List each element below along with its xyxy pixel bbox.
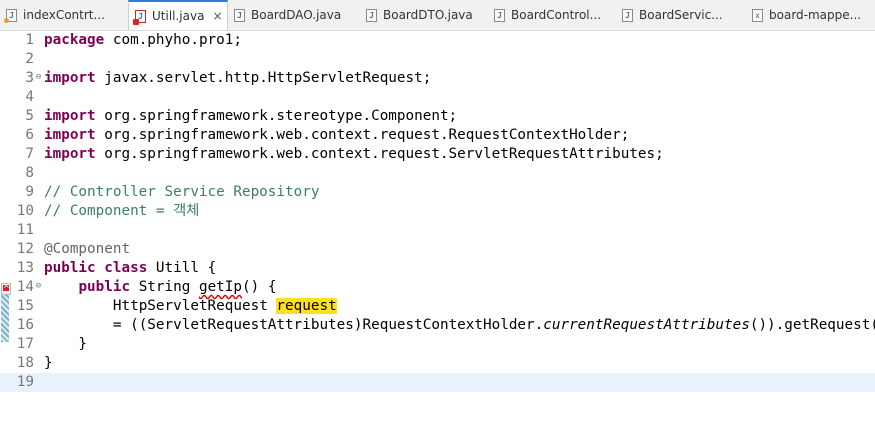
line-number: 13 <box>16 260 34 276</box>
code-line: 1 package com.phyho.pro1; <box>0 31 875 50</box>
java-file-icon <box>494 8 505 22</box>
code-line: 16 = ((ServletRequestAttributes)RequestC… <box>0 316 875 335</box>
code-line: 5 import org.springframework.stereotype.… <box>0 107 875 126</box>
line-number: 1 <box>25 32 34 48</box>
code-line: 7 import org.springframework.web.context… <box>0 145 875 164</box>
code-line: 11 <box>0 221 875 240</box>
current-code-line[interactable]: 19 <box>0 373 875 392</box>
line-number: 14 <box>16 279 34 295</box>
code-line: 4 <box>0 88 875 107</box>
code-line: 9 // Controller Service Repository <box>0 183 875 202</box>
editor-tab-bar: indexContrt... Utill.java × BoardDAO.jav… <box>0 0 875 31</box>
tab-label: board-mappe... <box>769 8 862 22</box>
comment-text: // Controller Service Repository <box>44 184 320 200</box>
code-line: 14 ⊖ public String getIp() { <box>0 278 875 297</box>
code-editor[interactable]: 1 package com.phyho.pro1; 2 3 ⊖ import j… <box>0 31 875 433</box>
java-error-file-icon <box>133 9 146 25</box>
code-text: HttpServletRequest request <box>112 298 337 314</box>
comment-text: // Component = 객체 <box>44 203 200 219</box>
line-number: 9 <box>25 184 34 200</box>
tab-boardservice[interactable]: BoardServic... <box>616 0 746 30</box>
code-text: import org.springframework.web.context.r… <box>44 146 664 162</box>
tab-label: BoardServic... <box>639 8 723 22</box>
code-line: 8 <box>0 164 875 183</box>
tab-boardcontroller[interactable]: BoardControl... <box>488 0 616 30</box>
line-number: 5 <box>25 108 34 124</box>
line-number: 6 <box>25 127 34 143</box>
code-line: 13 public class Utill { <box>0 259 875 278</box>
tab-label: BoardDAO.java <box>251 8 342 22</box>
line-number: 17 <box>16 336 34 352</box>
annotation-text: @Component <box>44 241 131 257</box>
tab-boarddao[interactable]: BoardDAO.java <box>228 0 360 30</box>
java-file-icon <box>622 8 633 22</box>
code-text: public String getIp() { <box>78 279 277 295</box>
code-text: public class Utill { <box>44 260 217 276</box>
error-squiggle: getIp <box>198 279 243 295</box>
line-number: 16 <box>16 317 34 333</box>
xml-file-icon <box>752 8 763 22</box>
java-file-icon <box>366 8 377 22</box>
code-line: 18 } <box>0 354 875 373</box>
code-line: 3 ⊖ import javax.servlet.http.HttpServle… <box>0 69 875 88</box>
line-number: 12 <box>16 241 34 257</box>
fold-collapse-icon[interactable]: ⊖ <box>34 73 43 82</box>
tab-utill[interactable]: Utill.java × <box>128 0 228 30</box>
code-line: 10 // Component = 객체 <box>0 202 875 221</box>
line-number: 19 <box>16 374 34 390</box>
code-text: } <box>44 336 88 352</box>
tab-board-mapper[interactable]: board-mappe... <box>746 0 875 30</box>
code-line: 17 } <box>0 335 875 354</box>
code-text: import org.springframework.web.context.r… <box>44 127 630 143</box>
code-text: package com.phyho.pro1; <box>44 32 242 48</box>
line-number: 7 <box>25 146 34 162</box>
line-number: 2 <box>25 51 34 67</box>
tab-label: indexContrt... <box>23 8 105 22</box>
java-file-icon <box>234 8 245 22</box>
tab-indexcontroller[interactable]: indexContrt... <box>0 0 128 30</box>
tab-label: BoardDTO.java <box>383 8 473 22</box>
line-number: 4 <box>25 89 34 105</box>
line-number: 8 <box>25 165 34 181</box>
code-line: 12 @Component <box>0 240 875 259</box>
code-text: import org.springframework.stereotype.Co… <box>44 108 458 124</box>
line-number: 15 <box>16 298 34 314</box>
close-icon[interactable]: × <box>212 9 222 23</box>
java-file-icon <box>4 8 17 23</box>
code-text: import javax.servlet.http.HttpServletReq… <box>44 70 432 86</box>
occurrence-highlight: request <box>276 298 337 314</box>
line-number: 3 <box>25 70 34 86</box>
code-line: 15 HttpServletRequest request <box>0 297 875 316</box>
line-number: 18 <box>16 355 34 371</box>
code-line: 6 import org.springframework.web.context… <box>0 126 875 145</box>
tab-label: Utill.java <box>152 9 205 23</box>
tab-boarddto[interactable]: BoardDTO.java <box>360 0 488 30</box>
line-number: 10 <box>16 203 34 219</box>
code-text: } <box>44 355 53 371</box>
code-text: = ((ServletRequestAttributes)RequestCont… <box>112 317 875 333</box>
tab-label: BoardControl... <box>511 8 602 22</box>
code-line: 2 <box>0 50 875 69</box>
line-number: 11 <box>16 222 34 238</box>
fold-collapse-icon[interactable]: ⊖ <box>34 282 43 291</box>
